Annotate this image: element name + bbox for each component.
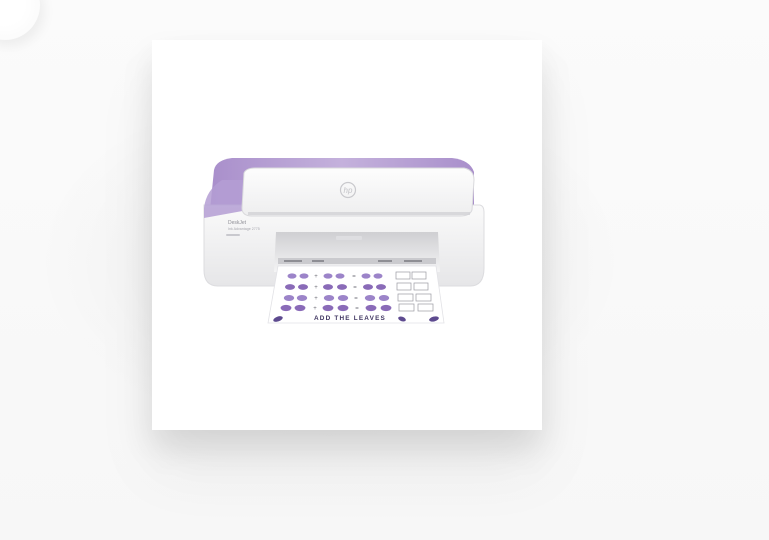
- svg-text:+: +: [314, 285, 318, 291]
- svg-text:+: +: [313, 306, 317, 312]
- model-sublabel: Ink Advantage 2775: [228, 227, 260, 231]
- svg-text:=: =: [352, 274, 356, 280]
- hp-logo-text: hp: [344, 186, 353, 195]
- printer-image: hp DeskJet Ink Advantage 2775 + = + = + …: [203, 158, 485, 324]
- model-label: DeskJet: [228, 220, 247, 226]
- svg-text:=: =: [354, 296, 358, 302]
- svg-text:=: =: [355, 306, 359, 312]
- sheet-caption: ADD THE LEAVES: [314, 315, 386, 322]
- product-image-card[interactable]: hp DeskJet Ink Advantage 2775 + = + = + …: [152, 40, 542, 430]
- svg-text:+: +: [314, 274, 318, 280]
- slot-handle: [336, 236, 362, 240]
- svg-text:=: =: [353, 285, 357, 291]
- scanner-lid: [241, 167, 475, 217]
- svg-text:+: +: [314, 296, 318, 302]
